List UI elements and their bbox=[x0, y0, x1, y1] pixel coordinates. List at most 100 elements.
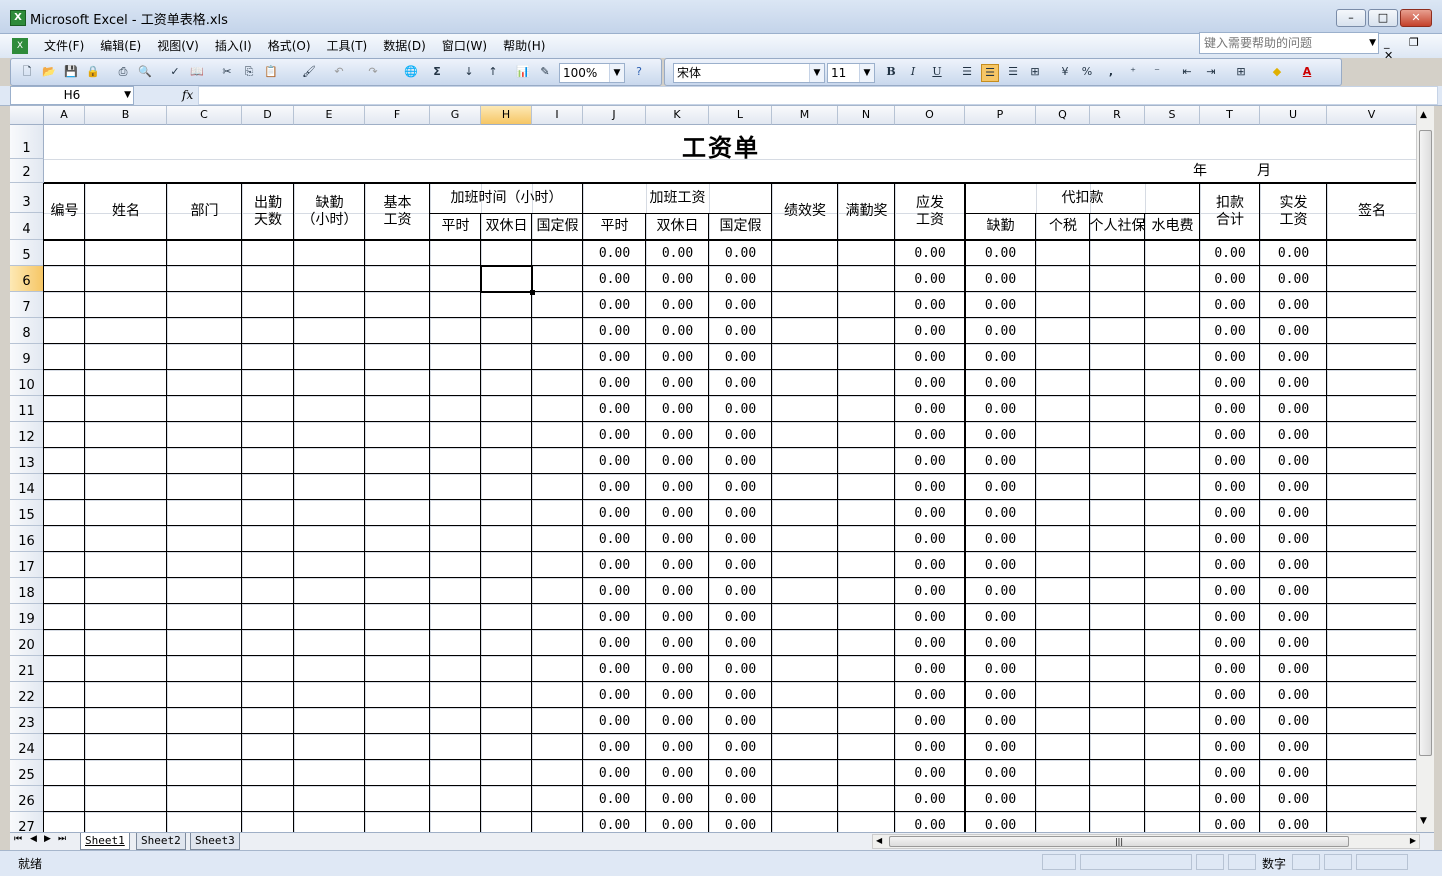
value-cell[interactable]: 0.00 bbox=[1200, 708, 1260, 734]
value-cell[interactable]: 0.00 bbox=[1200, 812, 1260, 832]
value-cell[interactable]: 0.00 bbox=[965, 630, 1036, 656]
value-cell[interactable]: 0.00 bbox=[709, 396, 772, 422]
value-cell[interactable]: 0.00 bbox=[965, 448, 1036, 474]
value-cell[interactable]: 0.00 bbox=[895, 682, 965, 708]
spelling-icon[interactable]: ✓ bbox=[167, 64, 183, 80]
bold-button[interactable]: B bbox=[883, 64, 899, 80]
column-header-v[interactable]: V bbox=[1327, 106, 1416, 125]
value-cell[interactable]: 0.00 bbox=[1200, 734, 1260, 760]
value-cell[interactable]: 0.00 bbox=[1260, 474, 1327, 500]
row-header-2[interactable]: 2 bbox=[10, 159, 44, 183]
column-header-a[interactable]: A bbox=[44, 106, 85, 125]
value-cell[interactable]: 0.00 bbox=[709, 604, 772, 630]
chevron-down-icon[interactable]: ▼ bbox=[809, 64, 824, 82]
row-header-22[interactable]: 22 bbox=[10, 682, 44, 708]
name-box[interactable]: H6 ▼ bbox=[10, 86, 134, 105]
scroll-down-icon[interactable]: ▼ bbox=[1420, 816, 1427, 826]
value-cell[interactable]: 0.00 bbox=[1200, 760, 1260, 786]
value-cell[interactable]: 0.00 bbox=[583, 578, 646, 604]
value-cell[interactable]: 0.00 bbox=[1260, 552, 1327, 578]
value-cell[interactable]: 0.00 bbox=[1200, 448, 1260, 474]
column-header-o[interactable]: O bbox=[895, 106, 965, 125]
value-cell[interactable]: 0.00 bbox=[1200, 318, 1260, 344]
value-cell[interactable]: 0.00 bbox=[709, 448, 772, 474]
menu-item-6[interactable]: 数据(D) bbox=[375, 38, 434, 54]
value-cell[interactable]: 0.00 bbox=[583, 292, 646, 318]
value-cell[interactable]: 0.00 bbox=[1200, 526, 1260, 552]
value-cell[interactable]: 0.00 bbox=[1260, 396, 1327, 422]
value-cell[interactable]: 0.00 bbox=[583, 344, 646, 370]
value-cell[interactable]: 0.00 bbox=[646, 812, 709, 832]
workbook-icon[interactable]: X bbox=[12, 38, 28, 54]
value-cell[interactable]: 0.00 bbox=[583, 786, 646, 812]
hyperlink-icon[interactable]: 🌐 bbox=[403, 64, 419, 80]
next-sheet-icon[interactable]: ▶ bbox=[44, 834, 51, 844]
menu-item-3[interactable]: 插入(I) bbox=[207, 38, 260, 54]
row-header-16[interactable]: 16 bbox=[10, 526, 44, 552]
redo-icon[interactable]: ↷ bbox=[365, 64, 381, 80]
maximize-button[interactable]: □ bbox=[1368, 9, 1398, 27]
value-cell[interactable]: 0.00 bbox=[1260, 318, 1327, 344]
value-cell[interactable]: 0.00 bbox=[895, 370, 965, 396]
value-cell[interactable]: 0.00 bbox=[646, 656, 709, 682]
value-cell[interactable]: 0.00 bbox=[1200, 578, 1260, 604]
value-cell[interactable]: 0.00 bbox=[1260, 500, 1327, 526]
value-cell[interactable]: 0.00 bbox=[965, 240, 1036, 266]
menu-item-8[interactable]: 帮助(H) bbox=[495, 38, 553, 54]
chevron-down-icon[interactable]: ▼ bbox=[609, 64, 624, 82]
row-header-5[interactable]: 5 bbox=[10, 240, 44, 266]
value-cell[interactable]: 0.00 bbox=[895, 266, 965, 292]
value-cell[interactable]: 0.00 bbox=[965, 578, 1036, 604]
value-cell[interactable]: 0.00 bbox=[1260, 734, 1327, 760]
value-cell[interactable]: 0.00 bbox=[895, 292, 965, 318]
menu-item-5[interactable]: 工具(T) bbox=[319, 38, 376, 54]
font-name-select[interactable]: 宋体 ▼ bbox=[673, 63, 825, 83]
value-cell[interactable]: 0.00 bbox=[895, 708, 965, 734]
value-cell[interactable]: 0.00 bbox=[646, 708, 709, 734]
value-cell[interactable]: 0.00 bbox=[709, 656, 772, 682]
formula-input[interactable] bbox=[198, 86, 1438, 105]
value-cell[interactable]: 0.00 bbox=[646, 578, 709, 604]
align-center-icon[interactable]: ☰ bbox=[981, 64, 999, 82]
value-cell[interactable]: 0.00 bbox=[1200, 344, 1260, 370]
column-header-j[interactable]: J bbox=[583, 106, 646, 125]
value-cell[interactable]: 0.00 bbox=[1260, 526, 1327, 552]
help-search-input[interactable]: 键入需要帮助的问题 ▼ bbox=[1199, 32, 1379, 54]
value-cell[interactable]: 0.00 bbox=[646, 526, 709, 552]
value-cell[interactable]: 0.00 bbox=[1260, 812, 1327, 832]
value-cell[interactable]: 0.00 bbox=[646, 604, 709, 630]
column-header-n[interactable]: N bbox=[838, 106, 895, 125]
row-header-1[interactable]: 1 bbox=[10, 125, 44, 159]
value-cell[interactable]: 0.00 bbox=[1260, 370, 1327, 396]
worksheet-grid[interactable]: A B C D E F G H I J K L M N O P Q R S T U V 1 2 3 4 5 6 7 8 9 10 11 12 13 1… bbox=[10, 106, 1416, 832]
value-cell[interactable]: 0.00 bbox=[709, 708, 772, 734]
value-cell[interactable]: 0.00 bbox=[1260, 604, 1327, 630]
font-size-select[interactable]: 11 ▼ bbox=[827, 63, 875, 83]
value-cell[interactable]: 0.00 bbox=[965, 318, 1036, 344]
help-icon[interactable]: ? bbox=[631, 64, 647, 80]
value-cell[interactable]: 0.00 bbox=[646, 266, 709, 292]
column-header-u[interactable]: U bbox=[1260, 106, 1327, 125]
permission-icon[interactable]: 🔒 bbox=[85, 64, 101, 80]
column-header-t[interactable]: T bbox=[1200, 106, 1260, 125]
value-cell[interactable]: 0.00 bbox=[583, 656, 646, 682]
fill-handle[interactable] bbox=[530, 290, 535, 295]
value-cell[interactable]: 0.00 bbox=[583, 500, 646, 526]
value-cell[interactable]: 0.00 bbox=[1260, 344, 1327, 370]
value-cell[interactable]: 0.00 bbox=[646, 318, 709, 344]
cut-icon[interactable]: ✂ bbox=[219, 64, 235, 80]
value-cell[interactable]: 0.00 bbox=[646, 292, 709, 318]
value-cell[interactable]: 0.00 bbox=[646, 240, 709, 266]
value-cell[interactable]: 0.00 bbox=[709, 292, 772, 318]
value-cell[interactable]: 0.00 bbox=[1260, 448, 1327, 474]
row-header-26[interactable]: 26 bbox=[10, 786, 44, 812]
save-icon[interactable]: 💾 bbox=[63, 64, 79, 80]
value-cell[interactable]: 0.00 bbox=[895, 344, 965, 370]
value-cell[interactable]: 0.00 bbox=[1200, 786, 1260, 812]
decrease-decimal-icon[interactable]: ⁻ bbox=[1149, 64, 1165, 80]
scroll-up-icon[interactable]: ▲ bbox=[1420, 110, 1427, 120]
value-cell[interactable]: 0.00 bbox=[965, 292, 1036, 318]
value-cell[interactable]: 0.00 bbox=[895, 396, 965, 422]
column-header-s[interactable]: S bbox=[1145, 106, 1200, 125]
value-cell[interactable]: 0.00 bbox=[965, 526, 1036, 552]
